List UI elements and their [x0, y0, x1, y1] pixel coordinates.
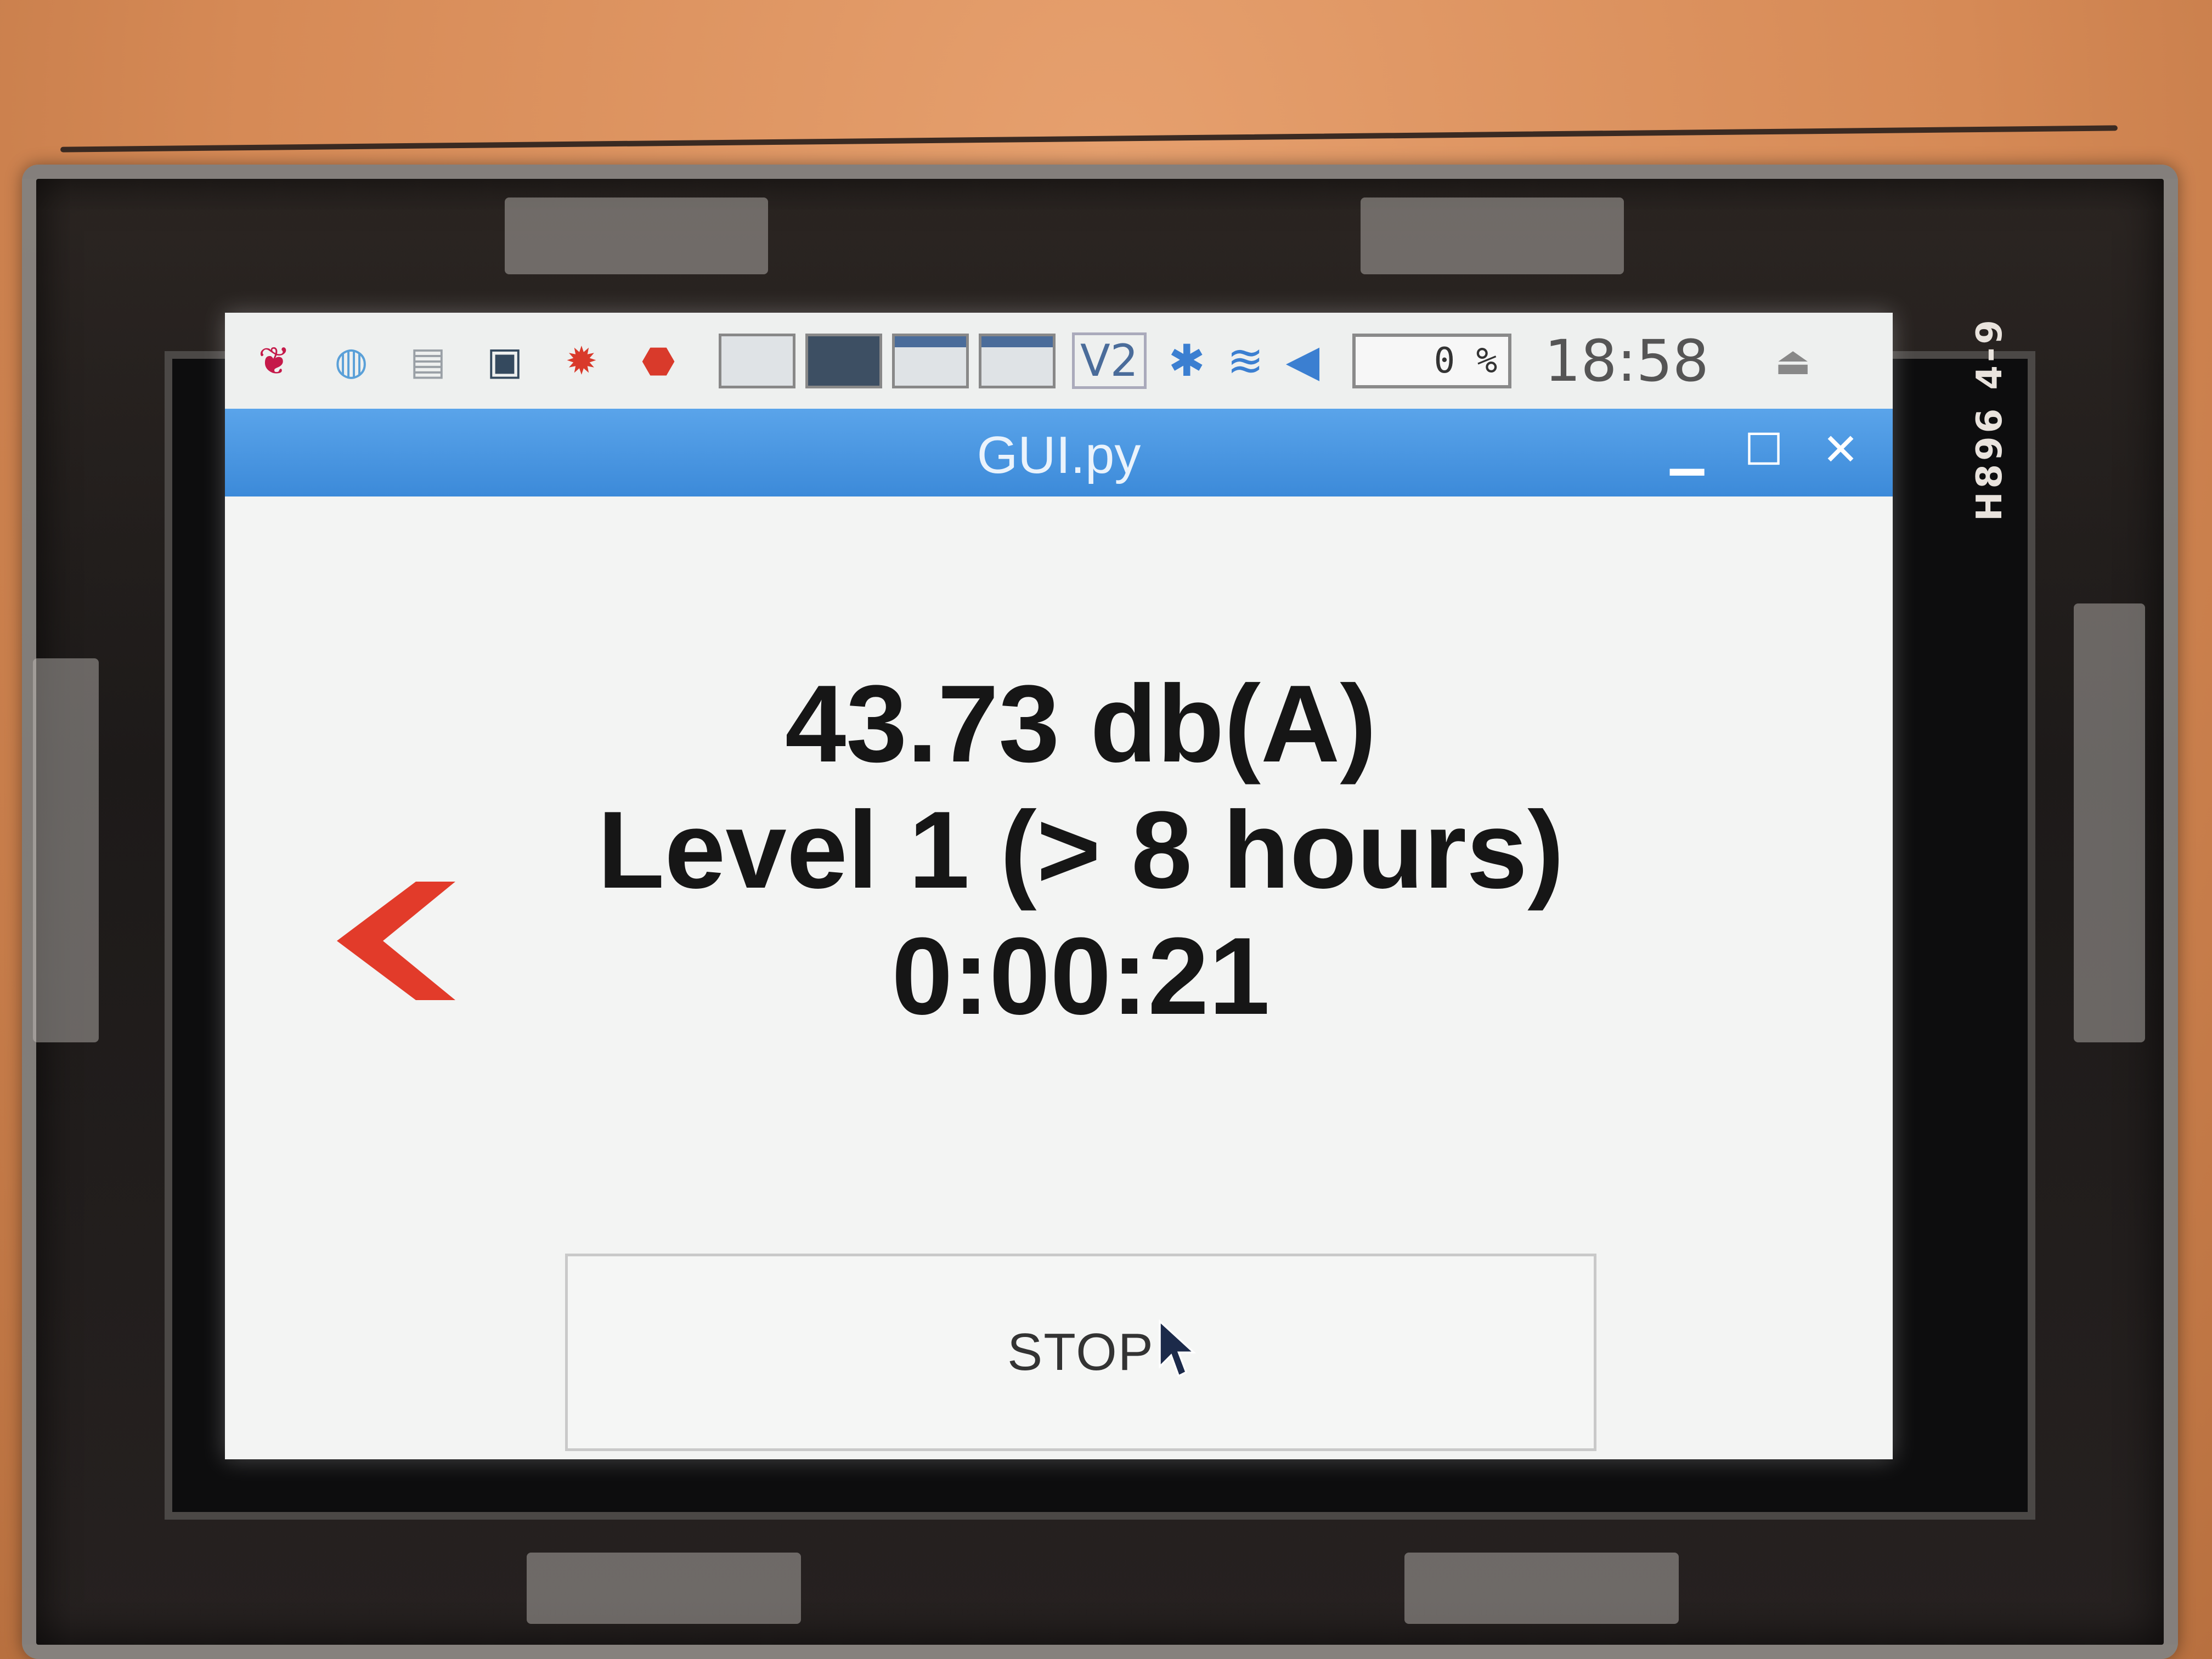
case-tab-top-right [1361, 198, 1624, 274]
math-app-icon[interactable]: ✹ [554, 334, 609, 388]
wifi-icon[interactable]: ≋ [1227, 335, 1264, 386]
vnc-icon[interactable]: V2 [1072, 332, 1147, 389]
pcb-label: H896 4-9 [1970, 316, 2010, 521]
sound-level-readout: 43.73 db(A) [785, 663, 1377, 785]
case-tab-side-left [33, 658, 99, 1042]
volume-icon[interactable]: ◀ [1286, 335, 1320, 386]
exposure-level-readout: Level 1 (> 8 hours) [597, 789, 1564, 911]
window-title-bar[interactable]: GUI.py ▁ ☐ ✕ [225, 409, 1893, 496]
lcd-screen: ❦ ◍ ▤ ▣ ✹ ⬣ V2 ✱ ≋ ◀ 0 % 18:58 ⏏ GUI.py … [225, 313, 1893, 1459]
maximize-button[interactable]: ☐ [1739, 425, 1788, 475]
taskbar-window-button-3[interactable] [979, 333, 1056, 388]
app-content: 43.73 db(A) Level 1 (> 8 hours) 0:00:21 … [225, 496, 1893, 1459]
web-browser-icon[interactable]: ◍ [324, 334, 379, 388]
close-button[interactable]: ✕ [1816, 425, 1865, 475]
clock[interactable]: 18:58 [1544, 328, 1709, 394]
mouse-cursor-icon [1159, 1319, 1196, 1378]
taskbar: ❦ ◍ ▤ ▣ ✹ ⬣ V2 ✱ ≋ ◀ 0 % 18:58 ⏏ [225, 313, 1893, 410]
minimize-button[interactable]: ▁ [1662, 425, 1712, 475]
case-tab-side-right [2074, 603, 2145, 1042]
taskbar-window-button-terminal[interactable] [805, 333, 882, 388]
file-manager-icon[interactable]: ▤ [400, 334, 455, 388]
taskbar-window-button-2[interactable] [892, 333, 969, 388]
cpu-usage-monitor: 0 % [1352, 333, 1512, 388]
case-tab-bottom-left [527, 1553, 801, 1624]
terminal-icon[interactable]: ▣ [477, 334, 532, 388]
taskbar-window-button-1[interactable] [719, 333, 795, 388]
case-tab-top-left [505, 198, 768, 274]
eject-icon[interactable]: ⏏ [1775, 338, 1811, 383]
wolfram-icon[interactable]: ⬣ [631, 334, 686, 388]
raspberry-menu-icon[interactable]: ❦ [247, 334, 302, 388]
window-title: GUI.py [977, 426, 1141, 484]
elapsed-time-readout: 0:00:21 [891, 915, 1270, 1037]
stop-button[interactable]: STOP [565, 1254, 1596, 1451]
case-tab-bottom-right [1404, 1553, 1679, 1624]
back-arrow-icon[interactable] [324, 875, 455, 1007]
bluetooth-icon[interactable]: ✱ [1169, 335, 1205, 386]
